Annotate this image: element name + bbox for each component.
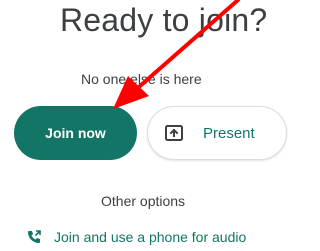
phone-audio-icon (26, 229, 42, 245)
join-now-label: Join now (45, 125, 106, 141)
phone-audio-label: Join and use a phone for audio (54, 229, 247, 245)
present-screen-icon (164, 123, 184, 143)
present-label: Present (203, 124, 255, 142)
page-title: Ready to join? (60, 2, 268, 38)
other-options-label: Other options (101, 193, 186, 209)
meeting-status-text: No one else is here (81, 71, 202, 87)
join-now-button[interactable]: Join now (14, 106, 137, 160)
present-button[interactable]: Present (147, 106, 287, 160)
join-with-phone-audio-link[interactable]: Join and use a phone for audio (26, 228, 246, 246)
